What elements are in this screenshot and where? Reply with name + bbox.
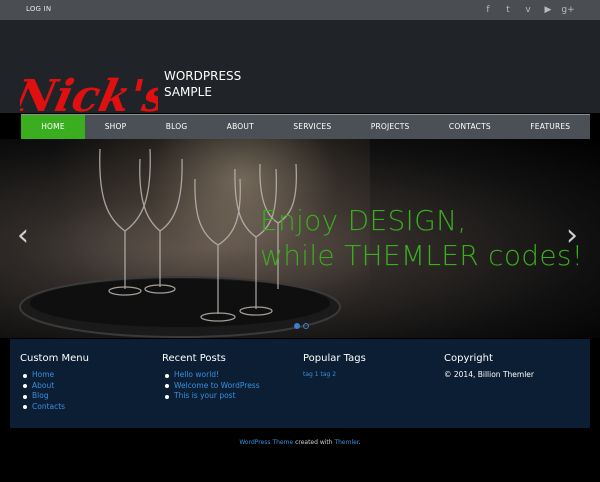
widget-custom-menu: Custom Menu Home About Blog Contacts (20, 353, 89, 412)
slide-headline: Enjoy DESIGN, while THEMLER codes! (260, 203, 583, 273)
custom-menu-item-home[interactable]: Home (20, 370, 89, 381)
widget-title: Custom Menu (20, 353, 89, 364)
slider-pagination (294, 323, 309, 329)
recent-post-link[interactable]: Hello world! (162, 370, 260, 381)
recent-post-link[interactable]: This is your post (162, 391, 260, 402)
slide-headline-line-2: while THEMLER codes! (260, 239, 584, 272)
credit-end: . (358, 439, 361, 446)
widget-title: Copyright (444, 353, 493, 364)
widget-popular-tags: Popular Tags tag 1 tag 2 (303, 353, 366, 378)
tag-cloud[interactable]: tag 1 tag 2 (303, 371, 366, 378)
logo-text: Nick's (20, 70, 158, 119)
vimeo-icon[interactable]: v (518, 3, 538, 17)
copyright-text: © 2014, Billion Themler (444, 370, 534, 379)
recent-posts-list: Hello world! Welcome to WordPress This i… (162, 370, 260, 402)
custom-menu-item-about[interactable]: About (20, 381, 89, 392)
site-title[interactable]: WORDPRESS SAMPLE (164, 68, 241, 100)
social-icons: f t v ▶ g+ (478, 3, 578, 17)
nav-item-features[interactable]: FEATURES (511, 115, 590, 139)
nav-item-projects[interactable]: PROJECTS (351, 115, 429, 139)
main-nav: HOME SHOP BLOG ABOUT SERVICES PROJECTS C… (21, 114, 590, 139)
youtube-icon[interactable]: ▶ (538, 3, 558, 17)
widget-recent-posts: Recent Posts Hello world! Welcome to Wor… (162, 353, 260, 402)
nav-item-blog[interactable]: BLOG (146, 115, 207, 139)
footer-credit: WordPress Theme created with Themler. (0, 439, 600, 446)
themler-link[interactable]: Themler (334, 439, 358, 446)
slide-headline-line-1: Enjoy DESIGN, (260, 204, 467, 237)
nav-item-contacts[interactable]: CONTACTS (429, 115, 510, 139)
nav-item-shop[interactable]: SHOP (85, 115, 146, 139)
wordpress-theme-link[interactable]: WordPress Theme (239, 439, 293, 446)
widget-title: Popular Tags (303, 353, 366, 364)
custom-menu-list: Home About Blog Contacts (20, 370, 89, 412)
widget-copyright: Copyright © 2014, Billion Themler (444, 353, 534, 379)
facebook-icon[interactable]: f (478, 3, 498, 17)
custom-menu-item-blog[interactable]: Blog (20, 391, 89, 402)
slider-dot-1[interactable] (294, 323, 300, 329)
site-title-line-1: WORDPRESS (164, 69, 242, 83)
recent-post-link[interactable]: Welcome to WordPress (162, 381, 260, 392)
nav-item-home[interactable]: HOME (21, 115, 85, 139)
widget-title: Recent Posts (162, 353, 226, 364)
slider-next-arrow-icon[interactable]: › (566, 221, 578, 251)
google-plus-icon[interactable]: g+ (558, 3, 578, 17)
custom-menu-item-contacts[interactable]: Contacts (20, 402, 89, 413)
site-title-line-2: SAMPLE (164, 85, 212, 99)
login-link[interactable]: LOG IN (26, 5, 51, 13)
site-logo[interactable]: Nick's (20, 67, 158, 119)
nav-item-about[interactable]: ABOUT (207, 115, 274, 139)
hero-slider: Enjoy DESIGN, while THEMLER codes! ‹ › (0, 139, 600, 338)
top-bar: LOG IN f t v ▶ g+ (0, 0, 600, 20)
credit-text: created with (293, 439, 335, 446)
slider-dot-2[interactable] (303, 323, 309, 329)
twitter-icon[interactable]: t (498, 3, 518, 17)
nav-item-services[interactable]: SERVICES (274, 115, 351, 139)
site-header: Nick's WORDPRESS SAMPLE (0, 20, 600, 119)
footer-widgets: Custom Menu Home About Blog Contacts Rec… (10, 339, 590, 428)
slider-prev-arrow-icon[interactable]: ‹ (17, 221, 29, 251)
